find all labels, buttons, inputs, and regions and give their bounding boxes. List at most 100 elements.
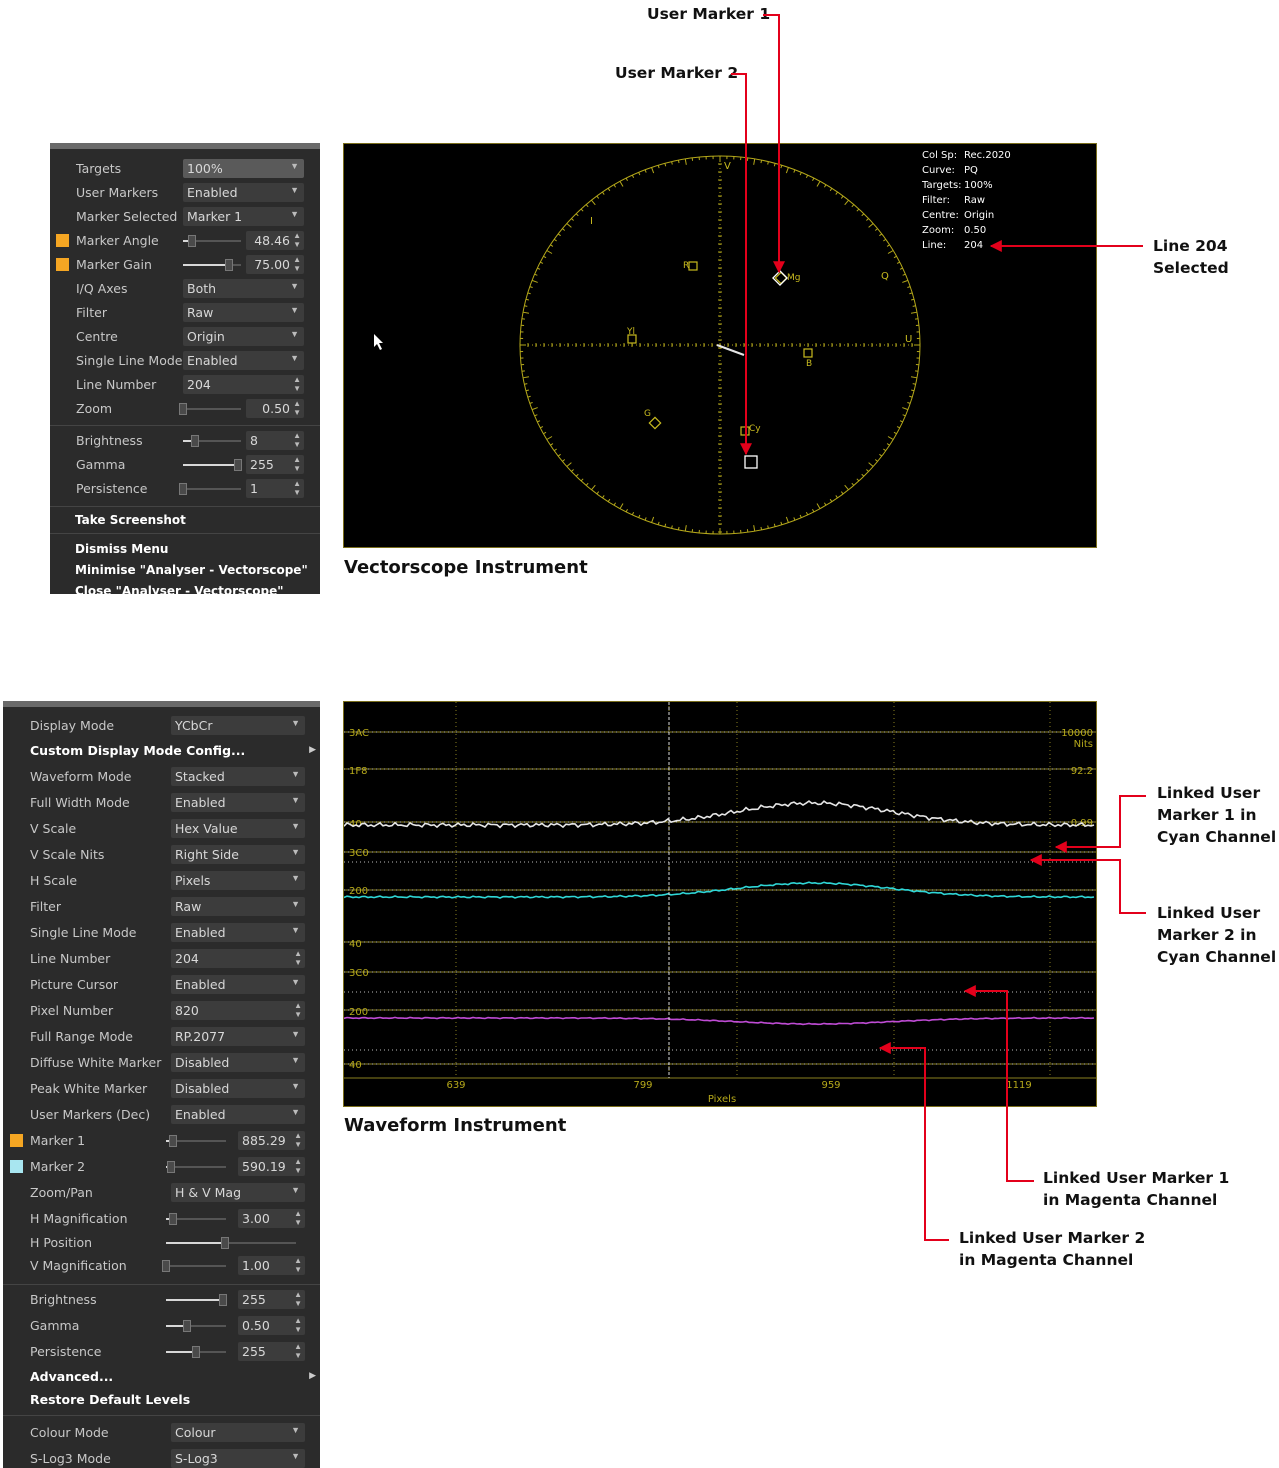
slider-knob[interactable] (225, 259, 234, 271)
spin-arrows-icon[interactable]: ▲ ▼ (294, 1316, 302, 1334)
wf-menu-dropdown[interactable]: YCbCr ▼ (171, 716, 305, 735)
slider-knob[interactable] (219, 1294, 227, 1306)
wf-menu-row-v-scale[interactable]: V Scale Hex Value ▼ (3, 818, 320, 840)
wf-menu-row-filter[interactable]: Filter Raw ▼ (3, 896, 320, 918)
vs-menu-slider[interactable] (183, 459, 243, 471)
vs-menu-spinbox[interactable]: 204 ▲ ▼ (183, 375, 304, 394)
spin-arrows-icon[interactable]: ▲ ▼ (294, 1131, 302, 1149)
wf-menu-dropdown[interactable]: Disabled ▼ (171, 1053, 305, 1072)
wf-menu-row-custom-display-mode-config[interactable]: Custom Display Mode Config... ▶ (3, 740, 320, 762)
slider-knob[interactable] (166, 1161, 175, 1173)
vs-menu-row-filter[interactable]: Filter Raw ▼ (50, 302, 320, 324)
wf-menu-slider[interactable] (166, 1294, 227, 1306)
wf-menu-spinbox[interactable]: 204 ▲ ▼ (171, 949, 305, 968)
wf-menu-row-line-number[interactable]: Line Number 204 ▲ ▼ (3, 948, 320, 970)
wf-menu-slider[interactable] (166, 1135, 226, 1147)
spin-arrows-icon[interactable]: ▲ ▼ (294, 1342, 302, 1360)
vs-menu-spinbox[interactable]: 1 ▲ ▼ (246, 479, 304, 498)
wf-menu-row-user-markers-dec[interactable]: User Markers (Dec) Enabled ▼ (3, 1104, 320, 1126)
vs-menu-row-single-line-mode[interactable]: Single Line Mode Enabled ▼ (50, 350, 320, 372)
wf-menu-spinbox[interactable]: 3.00 ▲ ▼ (238, 1209, 305, 1228)
slider-knob[interactable] (220, 1237, 229, 1249)
wf-menu-row-peak-white-marker[interactable]: Peak White Marker Disabled ▼ (3, 1078, 320, 1100)
wf-menu-row-h-magnification[interactable]: H Magnification 3.00 ▲ ▼ (3, 1208, 320, 1230)
wf-menu-slider[interactable] (166, 1237, 296, 1249)
wf-menu-dropdown[interactable]: S-Log3 ▼ (171, 1449, 305, 1468)
spin-arrows-icon[interactable]: ▲ ▼ (294, 1209, 302, 1227)
slider-knob[interactable] (192, 1346, 200, 1358)
vs-menu-dropdown[interactable]: Marker 1 ▼ (183, 207, 304, 226)
wf-menu-row-restore-default-levels[interactable]: Restore Default Levels (3, 1389, 320, 1411)
slider-knob[interactable] (179, 483, 187, 495)
wf-menu-spinbox[interactable]: 885.29 ▲ ▼ (238, 1131, 305, 1150)
vs-menu-action-2[interactable]: Minimise "Analyser - Vectorscope" (50, 560, 320, 582)
vs-menu-row-gamma[interactable]: Gamma 255 ▲ ▼ (50, 454, 320, 476)
vs-menu-action-0[interactable]: Take Screenshot (50, 510, 320, 532)
wf-menu-row-waveform-mode[interactable]: Waveform Mode Stacked ▼ (3, 766, 320, 788)
spin-arrows-icon[interactable]: ▲ ▼ (294, 1157, 302, 1175)
vs-menu-row-marker-selected[interactable]: Marker Selected Marker 1 ▼ (50, 206, 320, 228)
spin-arrows-icon[interactable]: ▲ ▼ (293, 375, 301, 393)
wf-menu-slider[interactable] (166, 1161, 226, 1173)
wf-menu-dropdown[interactable]: Pixels ▼ (171, 871, 305, 890)
vs-menu-spinbox[interactable]: 48.46 ▲ ▼ (246, 231, 304, 250)
vs-menu-row-persistence[interactable]: Persistence 1 ▲ ▼ (50, 478, 320, 500)
wf-menu-dropdown[interactable]: Enabled ▼ (171, 1105, 305, 1124)
wf-menu-row-v-magnification[interactable]: V Magnification 1.00 ▲ ▼ (3, 1255, 320, 1277)
wf-menu-dropdown[interactable]: Enabled ▼ (171, 975, 305, 994)
wf-menu-row-marker-2[interactable]: Marker 2 590.19 ▲ ▼ (3, 1156, 320, 1178)
spin-arrows-icon[interactable]: ▲ ▼ (293, 431, 301, 449)
wf-menu-spinbox[interactable]: 590.19 ▲ ▼ (238, 1157, 305, 1176)
spin-arrows-icon[interactable]: ▲ ▼ (293, 455, 301, 473)
vs-menu-slider[interactable] (183, 435, 241, 447)
vs-menu-dropdown[interactable]: Raw ▼ (183, 303, 304, 322)
wf-menu-row-full-width-mode[interactable]: Full Width Mode Enabled ▼ (3, 792, 320, 814)
wf-menu-row-marker-1[interactable]: Marker 1 885.29 ▲ ▼ (3, 1130, 320, 1152)
vs-menu-spinbox[interactable]: 8 ▲ ▼ (246, 431, 304, 450)
wf-menu-dropdown[interactable]: Right Side ▼ (171, 845, 305, 864)
wf-menu-row-v-scale-nits[interactable]: V Scale Nits Right Side ▼ (3, 844, 320, 866)
wf-menu-spinbox[interactable]: 820 ▲ ▼ (171, 1001, 305, 1020)
wf-menu-row-full-range-mode[interactable]: Full Range Mode RP.2077 ▼ (3, 1026, 320, 1048)
vs-menu-row-line-number[interactable]: Line Number 204 ▲ ▼ (50, 374, 320, 396)
spin-arrows-icon[interactable]: ▲ ▼ (293, 479, 301, 497)
wf-menu-row-s-log3-mode[interactable]: S-Log3 Mode S-Log3 ▼ (3, 1448, 320, 1468)
wf-menu-row-brightness[interactable]: Brightness 255 ▲ ▼ (3, 1289, 320, 1311)
wf-menu-row-display-mode[interactable]: Display Mode YCbCr ▼ (3, 715, 320, 737)
vs-menu-dropdown[interactable]: Both ▼ (183, 279, 304, 298)
wf-menu-row-h-scale[interactable]: H Scale Pixels ▼ (3, 870, 320, 892)
wf-menu-row-gamma[interactable]: Gamma 0.50 ▲ ▼ (3, 1315, 320, 1337)
wf-menu-slider[interactable] (166, 1320, 226, 1332)
vs-menu-dropdown[interactable]: Enabled ▼ (183, 183, 304, 202)
wf-menu-slider[interactable] (166, 1213, 226, 1225)
wf-menu-row-persistence[interactable]: Persistence 255 ▲ ▼ (3, 1341, 320, 1363)
wf-menu-row-zoom-pan[interactable]: Zoom/Pan H & V Mag ▼ (3, 1182, 320, 1204)
wf-menu-slider[interactable] (162, 1260, 226, 1272)
wf-menu-dropdown[interactable]: Colour ▼ (171, 1423, 305, 1442)
vs-menu-row-zoom[interactable]: Zoom 0.50 ▲ ▼ (50, 398, 320, 420)
wf-menu-dropdown[interactable]: RP.2077 ▼ (171, 1027, 305, 1046)
spin-arrows-icon[interactable]: ▲ ▼ (294, 1256, 302, 1274)
wf-menu-dropdown[interactable]: Disabled ▼ (171, 1079, 305, 1098)
wf-menu-row-diffuse-white-marker[interactable]: Diffuse White Marker Disabled ▼ (3, 1052, 320, 1074)
vs-menu-row-marker-gain[interactable]: Marker Gain 75.00 ▲ ▼ (50, 254, 320, 276)
slider-knob[interactable] (190, 435, 199, 447)
wf-menu-slider[interactable] (166, 1346, 226, 1358)
wf-menu-dropdown[interactable]: Raw ▼ (171, 897, 305, 916)
wf-menu-dropdown[interactable]: Enabled ▼ (171, 793, 305, 812)
vs-menu-spinbox[interactable]: 0.50 ▲ ▼ (246, 399, 304, 418)
vs-menu-row-centre[interactable]: Centre Origin ▼ (50, 326, 320, 348)
vs-menu-dropdown[interactable]: 100% ▼ (183, 159, 304, 178)
wf-menu-dropdown[interactable]: Hex Value ▼ (171, 819, 305, 838)
vs-menu-row-user-markers[interactable]: User Markers Enabled ▼ (50, 182, 320, 204)
vs-menu-row-i-q-axes[interactable]: I/Q Axes Both ▼ (50, 278, 320, 300)
wf-menu-row-picture-cursor[interactable]: Picture Cursor Enabled ▼ (3, 974, 320, 996)
vs-menu-dropdown[interactable]: Origin ▼ (183, 327, 304, 346)
wf-menu-dropdown[interactable]: Enabled ▼ (171, 923, 305, 942)
spin-arrows-icon[interactable]: ▲ ▼ (293, 231, 301, 249)
wf-menu-spinbox[interactable]: 0.50 ▲ ▼ (238, 1316, 305, 1335)
vs-menu-row-targets[interactable]: Targets 100% ▼ (50, 158, 320, 180)
wf-menu-spinbox[interactable]: 255 ▲ ▼ (238, 1342, 305, 1361)
slider-knob[interactable] (169, 1213, 178, 1225)
slider-knob[interactable] (234, 459, 243, 471)
